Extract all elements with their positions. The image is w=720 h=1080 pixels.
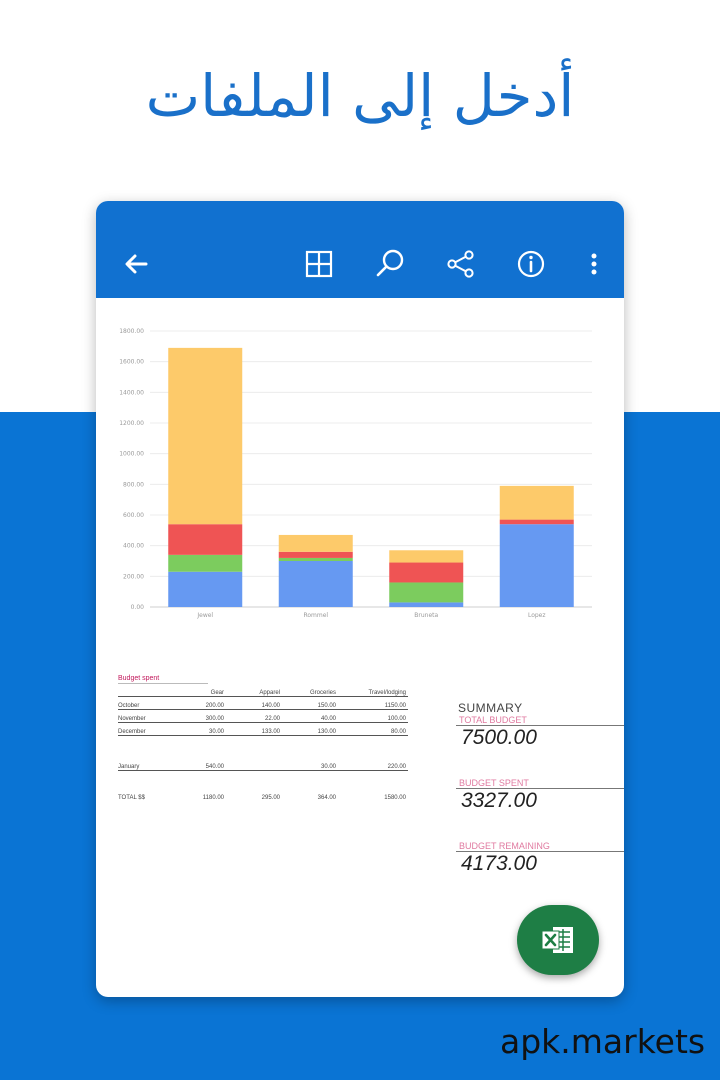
- bar-segment: [278, 557, 353, 561]
- bar-segment: [278, 551, 353, 558]
- table-cell: 30.00: [320, 764, 336, 770]
- budget-spent-label: BUDGET SPENT: [456, 778, 624, 789]
- grid-icon: [305, 250, 333, 278]
- table-row: November 300.00 22.00 40.00 100.00: [118, 710, 408, 723]
- y-tick-label: 1000.00: [119, 451, 144, 458]
- table-cell: 140.00: [261, 703, 280, 709]
- y-tick-label: 1800.00: [119, 328, 144, 335]
- phone-screen: 0.00 200.00 400.00 600.00 800.00 1000.00 1200.…: [96, 201, 624, 997]
- share-icon: [447, 250, 474, 278]
- summary-title: SUMMARY: [458, 701, 523, 715]
- table-cell: TOTAL $$: [118, 795, 145, 801]
- excel-icon: [541, 927, 573, 953]
- budget-spent-value: 3327.00: [461, 789, 537, 812]
- y-tick-label: 800.00: [123, 481, 144, 488]
- table-cell: 1580.00: [384, 795, 406, 801]
- table-spacer: [118, 736, 408, 758]
- budget-remaining-label: BUDGET REMAINING: [456, 841, 624, 852]
- total-budget-value: 7500.00: [461, 726, 537, 749]
- bar-segment: [168, 524, 243, 555]
- y-tick-label: 1200.00: [119, 420, 144, 427]
- total-budget-label: TOTAL BUDGET: [456, 715, 624, 726]
- y-tick-label: 0.00: [131, 604, 145, 611]
- bar-segment: [389, 562, 464, 583]
- bar-segment: [278, 534, 353, 552]
- open-in-excel-button[interactable]: [517, 905, 599, 975]
- table-cell: 80.00: [390, 729, 406, 735]
- chart-svg: 0.00 200.00 400.00 600.00 800.00 1000.00 1200.…: [119, 328, 592, 619]
- table-cell: 150.00: [317, 703, 336, 709]
- table-cell: Travel/lodging: [368, 690, 406, 696]
- table-cell: November: [118, 716, 146, 722]
- table-cell: 295.00: [261, 795, 280, 801]
- table-cell: Groceries: [309, 690, 336, 696]
- table-cell: 40.00: [320, 716, 336, 722]
- y-tick-label: 400.00: [123, 543, 144, 550]
- info-button[interactable]: [514, 247, 548, 281]
- more-options-button[interactable]: [577, 247, 611, 281]
- watermark: apk.markets: [500, 1022, 706, 1061]
- table-cell: 133.00: [261, 729, 280, 735]
- budget-chart: 0.00 200.00 400.00 600.00 800.00 1000.00 1200.…: [96, 298, 624, 638]
- bar-segment: [168, 554, 243, 572]
- search-button[interactable]: [373, 247, 407, 281]
- bar-segment: [389, 582, 464, 603]
- more-vertical-icon: [591, 253, 597, 275]
- bar-segment: [389, 602, 464, 607]
- back-button[interactable]: [120, 247, 154, 281]
- share-button[interactable]: [444, 247, 478, 281]
- y-tick-label: 200.00: [123, 573, 144, 580]
- table-cell: 364.00: [317, 795, 336, 801]
- app-toolbar: [96, 201, 624, 298]
- bar-segment: [168, 571, 243, 607]
- table-cell: 130.00: [317, 729, 336, 735]
- bar-segment: [499, 524, 574, 607]
- table-cell: 1180.00: [202, 795, 224, 801]
- budget-table: Budget spent Gear Apparel Groceries Travel/…: [118, 675, 408, 801]
- summary-panel: SUMMARY TOTAL BUDGET 7500.00 BUDGET SPEN…: [456, 701, 624, 876]
- table-cell: January: [118, 764, 140, 770]
- x-tick-label: Jewel: [196, 612, 213, 619]
- table-row: TOTAL $$ 1180.00 295.00 364.00 1580.00: [118, 785, 408, 801]
- bar-segment: [499, 485, 574, 520]
- table-cell: 30.00: [208, 729, 224, 735]
- back-arrow-icon: [125, 254, 148, 274]
- table-cell: 300.00: [205, 716, 224, 722]
- table-row: December 30.00 133.00 130.00 80.00: [118, 723, 408, 736]
- table-cell: 540.00: [205, 764, 224, 770]
- budget-remaining-value: 4173.00: [461, 852, 537, 875]
- x-tick-label: Lopez: [528, 612, 546, 619]
- table-row: October 200.00 140.00 150.00 1150.00: [118, 697, 408, 710]
- bar-segment: [499, 519, 574, 525]
- table-row: January 540.00 30.00 220.00: [118, 758, 408, 771]
- table-spacer: [118, 771, 408, 785]
- grid-view-button[interactable]: [302, 247, 336, 281]
- table-cell: Apparel: [259, 690, 280, 696]
- table-cell: 100.00: [387, 716, 406, 722]
- headline: أدخل إلى الملفات: [145, 62, 575, 130]
- bar-segment: [168, 347, 243, 525]
- y-tick-label: 1400.00: [119, 389, 144, 396]
- x-tick-label: Rommel: [303, 612, 328, 619]
- y-tick-label: 600.00: [123, 512, 144, 519]
- bar-segment: [278, 561, 353, 607]
- x-tick-label: Bruneta: [414, 612, 438, 619]
- y-tick-label: 1600.00: [119, 359, 144, 366]
- table-cell: 200.00: [205, 703, 224, 709]
- table-cell: 220.00: [387, 764, 406, 770]
- bar-segment: [389, 550, 464, 563]
- search-icon: [376, 249, 404, 277]
- table-cell: December: [118, 729, 146, 735]
- table-cell: 22.00: [264, 716, 280, 722]
- info-icon: [517, 250, 545, 278]
- table-row: Gear Apparel Groceries Travel/lodging: [118, 684, 408, 697]
- table-cell: October: [118, 703, 140, 709]
- table-cell: 1150.00: [384, 703, 406, 709]
- table-cell: Gear: [210, 690, 224, 696]
- table-title: Budget spent: [118, 675, 208, 684]
